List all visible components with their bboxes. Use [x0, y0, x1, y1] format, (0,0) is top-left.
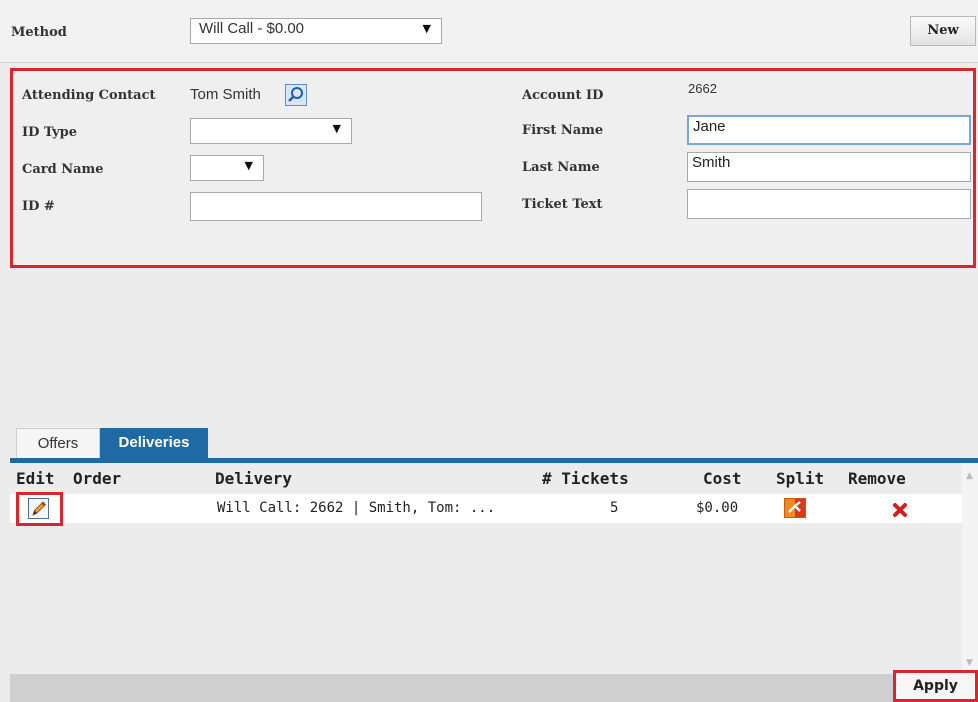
dropdown-arrow-icon: ▼ [422, 22, 431, 35]
tab-deliveries[interactable]: Deliveries [100, 428, 208, 460]
footer-bar [10, 674, 978, 702]
dropdown-arrow-icon: ▼ [244, 159, 253, 172]
row-delivery: Will Call: 2662 | Smith, Tom: ... [217, 500, 496, 516]
first-name-input[interactable]: Jane [687, 115, 971, 145]
scroll-up-icon[interactable]: ▲ [966, 471, 973, 481]
card-name-label: Card Name [22, 162, 104, 177]
column-header-cost: Cost [703, 469, 742, 488]
apply-button[interactable]: Apply [893, 670, 978, 702]
lookup-magnifier-icon[interactable] [285, 84, 307, 106]
ticket-text-input[interactable] [687, 189, 971, 219]
edit-pencil-icon[interactable] [16, 492, 63, 526]
id-number-input[interactable] [190, 192, 482, 221]
row-tickets: 5 [610, 500, 619, 516]
account-id-value: 2662 [688, 81, 717, 96]
first-name-value: Jane [693, 118, 726, 135]
card-name-select[interactable]: ▼ [190, 155, 264, 181]
method-select-value: Will Call - $0.00 [199, 20, 305, 37]
last-name-label: Last Name [522, 160, 600, 175]
scroll-down-icon[interactable]: ▼ [966, 658, 973, 668]
remove-x-icon[interactable] [892, 502, 908, 518]
method-label: Method [11, 25, 67, 40]
column-header-split: Split [776, 469, 825, 488]
tab-offers[interactable]: Offers [16, 428, 100, 458]
attending-contact-value: Tom Smith [190, 86, 261, 103]
split-icon[interactable] [784, 498, 806, 518]
dropdown-arrow-icon: ▼ [332, 122, 341, 135]
last-name-input[interactable]: Smith [687, 152, 971, 182]
last-name-value: Smith [692, 154, 731, 171]
column-header-delivery: Delivery [215, 469, 293, 488]
column-header-order: Order [73, 469, 122, 488]
id-type-label: ID Type [22, 125, 78, 140]
first-name-label: First Name [522, 123, 604, 138]
row-cost: $0.00 [696, 500, 739, 516]
method-select[interactable]: Will Call - $0.00 ▼ [190, 18, 442, 44]
table-row: Will Call: 2662 | Smith, Tom: ... 5 $0.0… [10, 494, 962, 523]
attending-contact-label: Attending Contact [22, 88, 156, 103]
new-button[interactable]: New [910, 16, 976, 46]
account-id-label: Account ID [522, 88, 604, 103]
id-number-label: ID # [22, 199, 55, 214]
id-type-select[interactable]: ▼ [190, 118, 352, 144]
column-header-edit: Edit [16, 469, 55, 488]
grid-scrollbar[interactable]: ▲ ▼ [962, 463, 978, 674]
column-header-remove: Remove [848, 469, 906, 488]
column-header-tickets: # Tickets [542, 469, 629, 488]
ticket-text-label: Ticket Text [522, 197, 603, 212]
method-bar: Method Will Call - $0.00 ▼ New [0, 0, 978, 63]
